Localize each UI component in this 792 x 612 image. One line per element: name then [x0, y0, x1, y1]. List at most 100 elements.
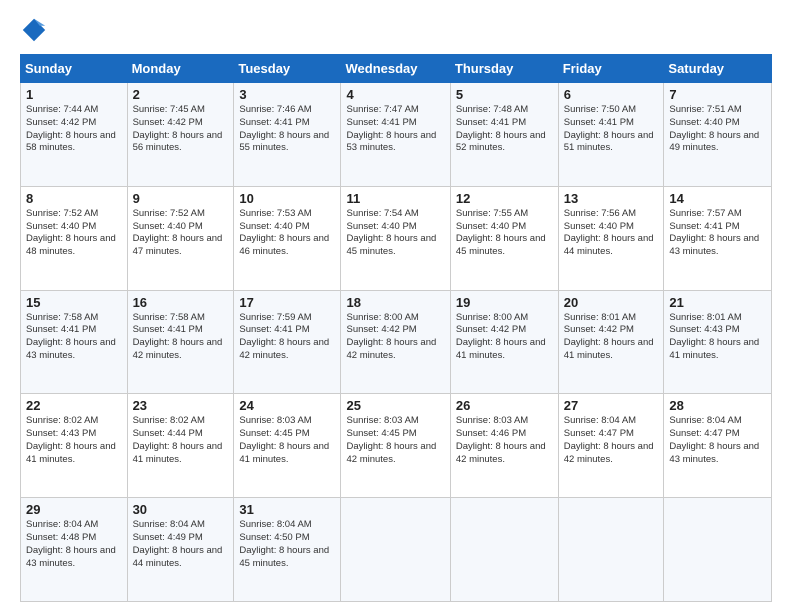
- day-cell: 16 Sunrise: 7:58 AMSunset: 4:41 PMDaylig…: [127, 290, 234, 394]
- day-number: 8: [26, 191, 122, 206]
- day-cell: 8 Sunrise: 7:52 AMSunset: 4:40 PMDayligh…: [21, 186, 128, 290]
- day-number: 13: [564, 191, 659, 206]
- day-cell: 14 Sunrise: 7:57 AMSunset: 4:41 PMDaylig…: [664, 186, 772, 290]
- day-number: 17: [239, 295, 335, 310]
- day-number: 31: [239, 502, 335, 517]
- day-number: 18: [346, 295, 444, 310]
- day-number: 2: [133, 87, 229, 102]
- day-number: 4: [346, 87, 444, 102]
- day-cell: 30 Sunrise: 8:04 AMSunset: 4:49 PMDaylig…: [127, 498, 234, 602]
- day-cell: [558, 498, 664, 602]
- week-row-3: 15 Sunrise: 7:58 AMSunset: 4:41 PMDaylig…: [21, 290, 772, 394]
- day-cell: 28 Sunrise: 8:04 AMSunset: 4:47 PMDaylig…: [664, 394, 772, 498]
- day-cell: 9 Sunrise: 7:52 AMSunset: 4:40 PMDayligh…: [127, 186, 234, 290]
- day-info: Sunrise: 8:00 AMSunset: 4:42 PMDaylight:…: [456, 312, 546, 361]
- col-header-sunday: Sunday: [21, 55, 128, 83]
- day-cell: 29 Sunrise: 8:04 AMSunset: 4:48 PMDaylig…: [21, 498, 128, 602]
- day-info: Sunrise: 8:04 AMSunset: 4:50 PMDaylight:…: [239, 519, 329, 568]
- day-cell: [664, 498, 772, 602]
- col-header-tuesday: Tuesday: [234, 55, 341, 83]
- logo-icon: [20, 16, 48, 44]
- day-info: Sunrise: 8:02 AMSunset: 4:43 PMDaylight:…: [26, 415, 116, 464]
- day-number: 6: [564, 87, 659, 102]
- day-info: Sunrise: 7:47 AMSunset: 4:41 PMDaylight:…: [346, 104, 436, 153]
- day-info: Sunrise: 7:58 AMSunset: 4:41 PMDaylight:…: [26, 312, 116, 361]
- day-info: Sunrise: 7:57 AMSunset: 4:41 PMDaylight:…: [669, 208, 759, 257]
- day-info: Sunrise: 8:02 AMSunset: 4:44 PMDaylight:…: [133, 415, 223, 464]
- day-cell: [341, 498, 450, 602]
- day-number: 20: [564, 295, 659, 310]
- day-cell: 15 Sunrise: 7:58 AMSunset: 4:41 PMDaylig…: [21, 290, 128, 394]
- day-info: Sunrise: 8:04 AMSunset: 4:48 PMDaylight:…: [26, 519, 116, 568]
- day-info: Sunrise: 7:53 AMSunset: 4:40 PMDaylight:…: [239, 208, 329, 257]
- day-number: 9: [133, 191, 229, 206]
- day-number: 14: [669, 191, 766, 206]
- day-cell: 1 Sunrise: 7:44 AMSunset: 4:42 PMDayligh…: [21, 83, 128, 187]
- day-info: Sunrise: 7:46 AMSunset: 4:41 PMDaylight:…: [239, 104, 329, 153]
- day-number: 22: [26, 398, 122, 413]
- day-info: Sunrise: 7:55 AMSunset: 4:40 PMDaylight:…: [456, 208, 546, 257]
- day-info: Sunrise: 7:45 AMSunset: 4:42 PMDaylight:…: [133, 104, 223, 153]
- day-info: Sunrise: 8:01 AMSunset: 4:43 PMDaylight:…: [669, 312, 759, 361]
- day-number: 15: [26, 295, 122, 310]
- day-cell: 13 Sunrise: 7:56 AMSunset: 4:40 PMDaylig…: [558, 186, 664, 290]
- day-info: Sunrise: 7:56 AMSunset: 4:40 PMDaylight:…: [564, 208, 654, 257]
- day-number: 23: [133, 398, 229, 413]
- day-number: 19: [456, 295, 553, 310]
- col-header-wednesday: Wednesday: [341, 55, 450, 83]
- day-info: Sunrise: 7:58 AMSunset: 4:41 PMDaylight:…: [133, 312, 223, 361]
- day-number: 24: [239, 398, 335, 413]
- day-number: 27: [564, 398, 659, 413]
- day-cell: 27 Sunrise: 8:04 AMSunset: 4:47 PMDaylig…: [558, 394, 664, 498]
- day-cell: 5 Sunrise: 7:48 AMSunset: 4:41 PMDayligh…: [450, 83, 558, 187]
- week-row-2: 8 Sunrise: 7:52 AMSunset: 4:40 PMDayligh…: [21, 186, 772, 290]
- day-info: Sunrise: 7:44 AMSunset: 4:42 PMDaylight:…: [26, 104, 116, 153]
- day-cell: 26 Sunrise: 8:03 AMSunset: 4:46 PMDaylig…: [450, 394, 558, 498]
- day-info: Sunrise: 8:00 AMSunset: 4:42 PMDaylight:…: [346, 312, 436, 361]
- logo: [20, 16, 50, 44]
- day-info: Sunrise: 8:04 AMSunset: 4:47 PMDaylight:…: [564, 415, 654, 464]
- day-info: Sunrise: 8:01 AMSunset: 4:42 PMDaylight:…: [564, 312, 654, 361]
- day-number: 11: [346, 191, 444, 206]
- page: SundayMondayTuesdayWednesdayThursdayFrid…: [0, 0, 792, 612]
- day-cell: 24 Sunrise: 8:03 AMSunset: 4:45 PMDaylig…: [234, 394, 341, 498]
- day-number: 28: [669, 398, 766, 413]
- day-number: 26: [456, 398, 553, 413]
- day-number: 21: [669, 295, 766, 310]
- day-number: 12: [456, 191, 553, 206]
- day-number: 1: [26, 87, 122, 102]
- header: [20, 16, 772, 44]
- day-info: Sunrise: 7:52 AMSunset: 4:40 PMDaylight:…: [133, 208, 223, 257]
- day-number: 3: [239, 87, 335, 102]
- col-header-monday: Monday: [127, 55, 234, 83]
- day-info: Sunrise: 7:48 AMSunset: 4:41 PMDaylight:…: [456, 104, 546, 153]
- day-cell: 31 Sunrise: 8:04 AMSunset: 4:50 PMDaylig…: [234, 498, 341, 602]
- day-number: 10: [239, 191, 335, 206]
- day-cell: 12 Sunrise: 7:55 AMSunset: 4:40 PMDaylig…: [450, 186, 558, 290]
- day-cell: 3 Sunrise: 7:46 AMSunset: 4:41 PMDayligh…: [234, 83, 341, 187]
- day-info: Sunrise: 8:03 AMSunset: 4:45 PMDaylight:…: [239, 415, 329, 464]
- week-row-1: 1 Sunrise: 7:44 AMSunset: 4:42 PMDayligh…: [21, 83, 772, 187]
- day-number: 16: [133, 295, 229, 310]
- day-info: Sunrise: 7:59 AMSunset: 4:41 PMDaylight:…: [239, 312, 329, 361]
- day-cell: 18 Sunrise: 8:00 AMSunset: 4:42 PMDaylig…: [341, 290, 450, 394]
- day-number: 7: [669, 87, 766, 102]
- col-header-saturday: Saturday: [664, 55, 772, 83]
- day-info: Sunrise: 8:04 AMSunset: 4:49 PMDaylight:…: [133, 519, 223, 568]
- day-info: Sunrise: 7:52 AMSunset: 4:40 PMDaylight:…: [26, 208, 116, 257]
- day-info: Sunrise: 8:04 AMSunset: 4:47 PMDaylight:…: [669, 415, 759, 464]
- day-info: Sunrise: 8:03 AMSunset: 4:46 PMDaylight:…: [456, 415, 546, 464]
- day-cell: 23 Sunrise: 8:02 AMSunset: 4:44 PMDaylig…: [127, 394, 234, 498]
- day-info: Sunrise: 7:50 AMSunset: 4:41 PMDaylight:…: [564, 104, 654, 153]
- day-number: 30: [133, 502, 229, 517]
- day-cell: 17 Sunrise: 7:59 AMSunset: 4:41 PMDaylig…: [234, 290, 341, 394]
- day-number: 5: [456, 87, 553, 102]
- day-cell: 11 Sunrise: 7:54 AMSunset: 4:40 PMDaylig…: [341, 186, 450, 290]
- day-number: 29: [26, 502, 122, 517]
- day-cell: 19 Sunrise: 8:00 AMSunset: 4:42 PMDaylig…: [450, 290, 558, 394]
- day-cell: 21 Sunrise: 8:01 AMSunset: 4:43 PMDaylig…: [664, 290, 772, 394]
- calendar-table: SundayMondayTuesdayWednesdayThursdayFrid…: [20, 54, 772, 602]
- day-number: 25: [346, 398, 444, 413]
- day-cell: 25 Sunrise: 8:03 AMSunset: 4:45 PMDaylig…: [341, 394, 450, 498]
- week-row-5: 29 Sunrise: 8:04 AMSunset: 4:48 PMDaylig…: [21, 498, 772, 602]
